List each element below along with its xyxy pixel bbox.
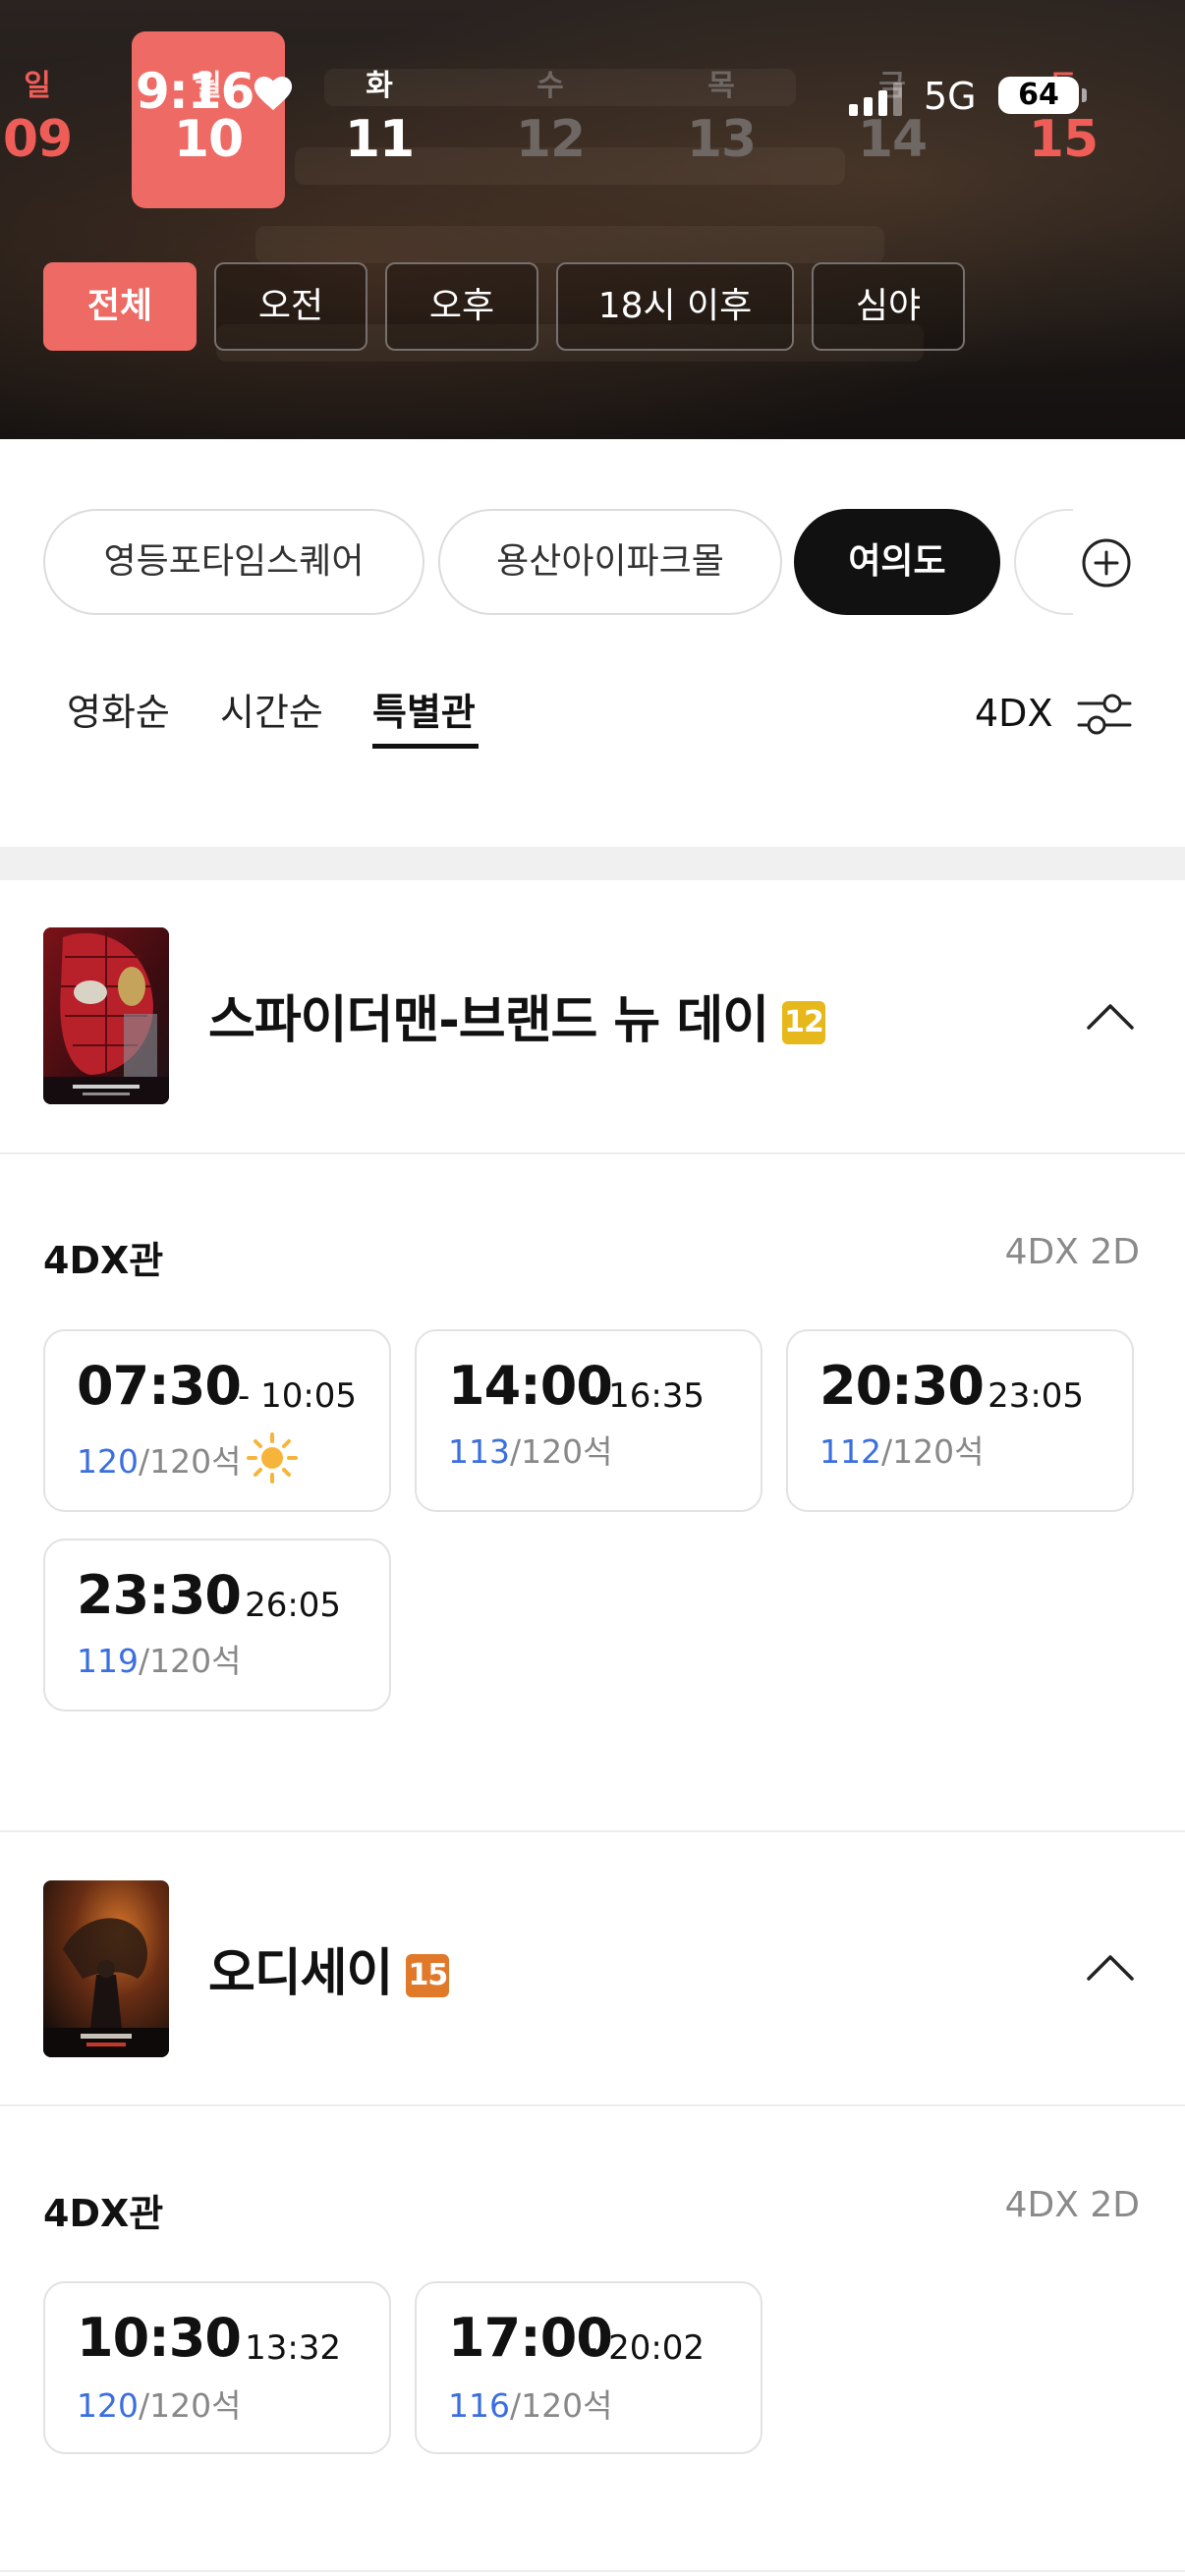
seats-available: 119 [77,1642,139,1680]
sort-tab-time[interactable]: 시간순 [220,682,323,736]
time-filter-all[interactable]: 전체 [43,262,197,351]
movie-title-text: 오디세이 [208,1944,393,2003]
date-num: 09 [2,110,73,169]
signal-icon [849,83,902,116]
hall-format: 4DX 2D [1004,1232,1140,1272]
time-filter-afternoon[interactable]: 오후 [385,262,538,351]
odyssey-poster-image [43,1880,169,2057]
showtime-card[interactable]: 23:30 - 26:05 119/120석 [43,1539,391,1711]
chevron-up-icon[interactable] [1085,1951,1136,1983]
seats-total: /120석 [510,1432,613,1471]
date-num: 15 [1028,110,1099,169]
showtime-card[interactable]: 17:00 - 20:02 116/120석 [415,2281,762,2454]
showtime-end: - 23:05 [965,1376,1085,1416]
date-tue[interactable]: 화 11 [303,31,456,208]
showtime-card[interactable]: 10:30 - 13:32 120/120석 [43,2281,391,2454]
movie-divider [0,1152,1185,1154]
seats-total: /120석 [139,2386,242,2425]
movie-poster[interactable] [43,927,169,1104]
time-filter-morning[interactable]: 오전 [214,262,367,351]
theater-background [255,226,884,263]
date-thu[interactable]: 목 13 [645,31,798,208]
showtime-end: - 10:05 [238,1376,358,1416]
seats-total: /120석 [139,1642,242,1680]
movie-divider [0,2570,1185,2572]
seats-total: /120석 [139,1442,242,1481]
network-label: 5G [924,75,977,118]
time-filter-late-night[interactable]: 심야 [812,262,965,351]
seats-available: 113 [448,1432,510,1471]
sort-tab-movie[interactable]: 영화순 [67,682,170,736]
hall-name: 4DX관 [43,2192,164,2235]
showtime-page: 일 09 월 10 화 11 수 12 목 13 금 14 토 15 9:16 [0,0,1185,2576]
time-filter-after-18[interactable]: 18시 이후 [556,262,794,351]
movie-title-text: 스파이더맨-브랜드 뉴 데이 [208,991,769,1050]
seat-count: 119/120석 [77,1635,241,1682]
showtime-card[interactable]: 07:30 - 10:05 120/120석 [43,1329,391,1512]
showtime-card[interactable]: 14:00 - 16:35 113/120석 [415,1329,762,1512]
seat-count: 120/120석 [77,2380,241,2427]
showtime-start: 07:30 [77,1355,242,1417]
date-num: 12 [515,110,586,169]
date-dow: 화 [366,69,393,103]
date-wed[interactable]: 수 12 [474,31,627,208]
date-dow: 목 [707,69,735,103]
seat-count: 116/120석 [448,2380,612,2427]
hall-name: 4DX관 [43,1239,164,1282]
theater-yongsan[interactable]: 용산아이파크몰 [438,509,782,615]
date-mon-selected[interactable]: 월 10 [132,31,285,208]
theater-yeongdeungpo[interactable]: 영등포타임스퀘어 [43,509,424,615]
showtime-start: 23:30 [77,1564,242,1626]
date-sat[interactable]: 토 15 [987,31,1140,208]
date-fri[interactable]: 금 14 [816,31,969,208]
seat-count: 120/120석 [77,1435,241,1483]
seat-count: 112/120석 [819,1426,984,1473]
showtime-end: - 26:05 [222,1586,342,1625]
add-theater-icon[interactable] [1081,537,1132,588]
sort-tab-special[interactable]: 특별관 [372,682,476,736]
spiderman-poster-image [43,927,169,1104]
showtime-end: - 13:32 [222,2328,342,2368]
status-time: 9:16 [136,63,254,120]
movie-divider [0,1830,1185,1832]
seats-available: 120 [77,2386,139,2425]
age-rating-badge: 12 [782,1001,826,1044]
date-header: 일 09 월 10 화 11 수 12 목 13 금 14 토 15 9:16 [0,0,1185,439]
showtime-end: - 16:35 [586,1376,705,1416]
movie-divider [0,2104,1185,2106]
date-num: 14 [857,110,928,169]
movie-title[interactable]: 오디세이 15 [208,1932,450,2005]
age-rating-badge: 15 [406,1954,450,1997]
date-dow: 일 [24,69,51,103]
movie-poster[interactable] [43,1880,169,2057]
battery-icon: 64 [998,77,1087,114]
sort-tab-indicator [372,744,479,749]
movie-title[interactable]: 스파이더맨-브랜드 뉴 데이 12 [208,979,826,1052]
seats-available: 120 [77,1442,139,1481]
showtime-start: 10:30 [77,2307,242,2369]
date-num: 11 [344,110,415,169]
theater-pill-next[interactable] [1014,509,1073,615]
chevron-up-icon[interactable] [1085,1000,1136,1032]
date-num: 13 [686,110,757,169]
seats-available: 112 [819,1432,881,1471]
section-divider [0,847,1185,880]
showtime-card[interactable]: 20:30 - 23:05 112/120석 [786,1329,1134,1512]
showtime-end: - 20:02 [586,2328,705,2368]
date-sun[interactable]: 일 09 [0,31,114,208]
heart-icon [254,77,293,111]
seats-total: /120석 [881,1432,985,1471]
date-dow: 수 [536,69,564,103]
filter-selected-label[interactable]: 4DX [975,692,1052,735]
theater-yeouido[interactable]: 여의도 [794,509,1000,615]
seats-available: 116 [448,2386,510,2425]
hall-format: 4DX 2D [1004,2185,1140,2225]
morning-sun-icon [247,1432,298,1484]
seat-count: 113/120석 [448,1426,612,1473]
showtime-start: 20:30 [819,1355,985,1417]
seats-total: /120석 [510,2386,613,2425]
filter-icon[interactable] [1077,692,1132,737]
